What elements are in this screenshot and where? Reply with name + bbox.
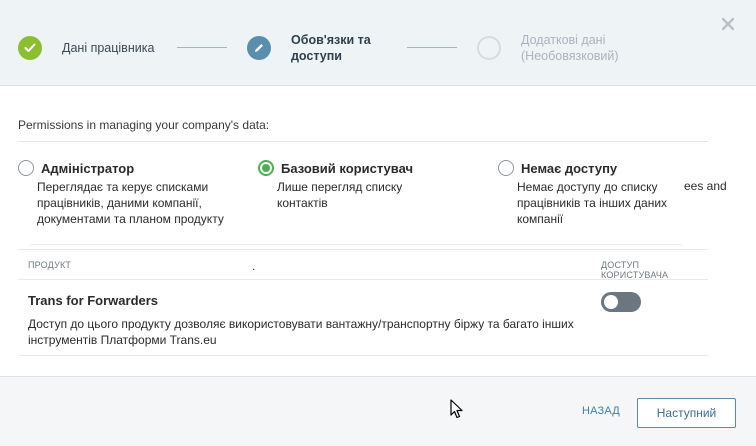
wizard-header: Дані працівника Обов'язки та доступи Дод… [0, 0, 756, 86]
mouse-cursor-icon [450, 399, 464, 419]
column-header-access: ДОСТУП КОРИСТУВАЧА [601, 260, 669, 280]
step-label: Додаткові дані (Необовязковий) [521, 33, 619, 63]
radio-basic[interactable] [258, 160, 274, 176]
permissions-title: Permissions in managing your company's d… [18, 118, 270, 132]
back-button[interactable]: НАЗАД [582, 405, 620, 417]
option-description: Лише перегляд списку контактів [277, 180, 403, 210]
permission-option-no-access[interactable]: Немає доступу Немає доступу до списку пр… [498, 160, 687, 227]
option-name: Базовий користувач [281, 160, 414, 176]
divider [18, 141, 708, 142]
step-duties-access: Обов'язки та доступи [247, 32, 391, 64]
step-employee-data: Дані працівника [18, 36, 154, 60]
next-button[interactable]: Наступний [637, 398, 736, 428]
product-description: Доступ до цього продукту дозволяє викори… [28, 317, 574, 347]
step-label: Дані працівника [62, 41, 155, 55]
permission-option-basic[interactable]: Базовий користувач Лише перегляд списку … [258, 160, 437, 211]
radio-admin[interactable] [18, 160, 34, 176]
step-additional-data: Додаткові дані (Необовязковий) [477, 32, 641, 64]
step-connector [177, 47, 227, 48]
divider [18, 355, 708, 356]
close-icon[interactable] [720, 16, 736, 32]
product-name: Trans for Forwarders [28, 293, 159, 308]
empty-circle-icon [477, 36, 501, 60]
pencil-icon [247, 36, 271, 60]
option-description: Немає доступу до списку працівників та і… [517, 180, 668, 226]
access-toggle[interactable] [601, 292, 641, 312]
option-description: Переглядає та керує списками працівників… [37, 180, 224, 226]
check-icon [18, 36, 42, 60]
products-table-header: ПРОДУКТ . ДОСТУП КОРИСТУВАЧА [18, 249, 708, 280]
radio-no-access[interactable] [498, 160, 514, 176]
step-label: Обов'язки та доступи [291, 33, 371, 63]
column-header-product: ПРОДУКТ [28, 260, 72, 270]
marker-dot: . [252, 259, 256, 273]
toggle-knob [604, 295, 618, 309]
option-name: Немає доступу [521, 160, 618, 176]
permission-option-admin[interactable]: Адміністратор Переглядає та керує списка… [18, 160, 237, 227]
option-name: Адміністратор [41, 160, 135, 176]
divider [30, 244, 682, 245]
overflow-text: ees and [684, 179, 727, 193]
step-connector [407, 47, 457, 48]
